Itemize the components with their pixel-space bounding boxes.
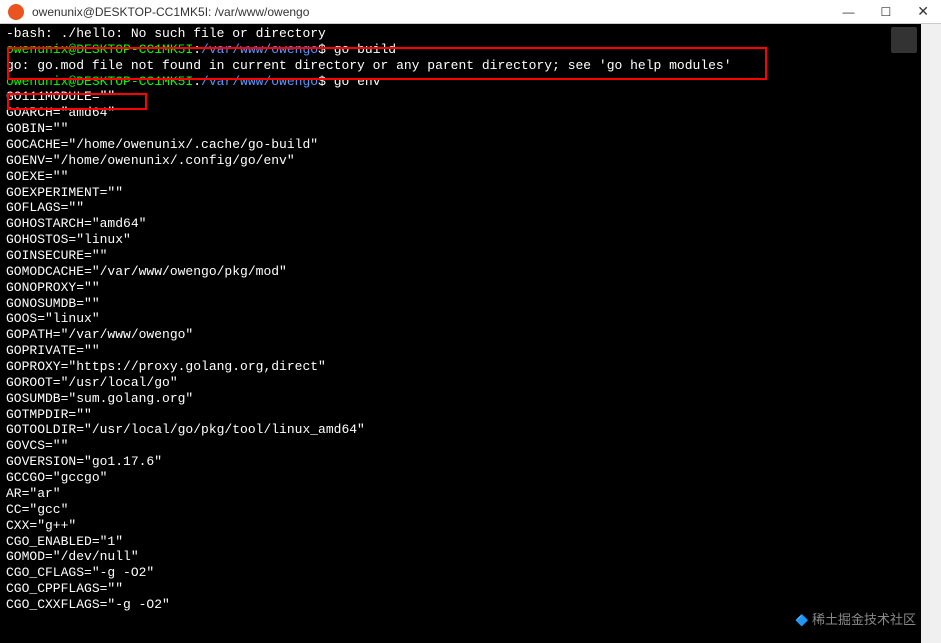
env-line: GOMOD="/dev/null" [6,549,935,565]
env-line: GOEXE="" [6,169,935,185]
env-line: CGO_ENABLED="1" [6,534,935,550]
close-button[interactable] [913,1,933,22]
command-go-build: go build [334,42,396,57]
env-line: GOROOT="/usr/local/go" [6,375,935,391]
env-line: GOVERSION="go1.17.6" [6,454,935,470]
env-line: GOENV="/home/owenunix/.config/go/env" [6,153,935,169]
prompt-user: owenunix@DESKTOP-CC1MK5I [6,42,193,57]
env-line: GOTOOLDIR="/usr/local/go/pkg/tool/linux_… [6,422,935,438]
env-line: GCCGO="gccgo" [6,470,935,486]
env-line: GOINSECURE="" [6,248,935,264]
go-build-error: go: go.mod file not found in current dir… [6,58,935,74]
prompt-colon: : [193,74,201,89]
env-line: GONOPROXY="" [6,280,935,296]
prompt-path: /var/www/owengo [201,42,318,57]
env-line: GOPROXY="https://proxy.golang.org,direct… [6,359,935,375]
env-line: CXX="g++" [6,518,935,534]
env-line: GOHOSTOS="linux" [6,232,935,248]
env-line: GOHOSTARCH="amd64" [6,216,935,232]
env-line: GO111MODULE="" [6,89,935,105]
env-line: GOFLAGS="" [6,200,935,216]
env-line: GOEXPERIMENT="" [6,185,935,201]
env-line: GONOSUMDB="" [6,296,935,312]
prompt-dollar: $ [318,74,326,89]
watermark-text: 稀土掘金技术社区 [795,609,916,628]
env-line: GOBIN="" [6,121,935,137]
env-line: GOPATH="/var/www/owengo" [6,327,935,343]
prompt-colon: : [193,42,201,57]
window-controls [839,1,934,22]
env-line: GOARCH="amd64" [6,105,935,121]
env-line: GOCACHE="/home/owenunix/.cache/go-build" [6,137,935,153]
env-line: GOTMPDIR="" [6,407,935,423]
env-line: GOMODCACHE="/var/www/owengo/pkg/mod" [6,264,935,280]
command-go-env: go env [334,74,381,89]
env-line: CGO_CFLAGS="-g -O2" [6,565,935,581]
bash-error-line: -bash: ./hello: No such file or director… [6,26,935,42]
ubuntu-icon [8,4,24,20]
prompt-line-1: owenunix@DESKTOP-CC1MK5I:/var/www/owengo… [6,42,935,58]
window-title: owenunix@DESKTOP-CC1MK5I: /var/www/oweng… [32,5,839,19]
prompt-path: /var/www/owengo [201,74,318,89]
go-env-output: GO111MODULE=""GOARCH="amd64"GOBIN=""GOCA… [6,89,935,612]
scrollbar-area[interactable] [921,24,941,643]
window-titlebar: owenunix@DESKTOP-CC1MK5I: /var/www/oweng… [0,0,941,24]
env-line: GOOS="linux" [6,311,935,327]
watermark-avatar [891,27,917,53]
minimize-button[interactable] [839,3,859,21]
env-line: GOPRIVATE="" [6,343,935,359]
terminal-area[interactable]: -bash: ./hello: No such file or director… [0,24,941,643]
env-line: CGO_CPPFLAGS="" [6,581,935,597]
env-line: GOSUMDB="sum.golang.org" [6,391,935,407]
prompt-user: owenunix@DESKTOP-CC1MK5I [6,74,193,89]
env-line: CC="gcc" [6,502,935,518]
env-line: GOVCS="" [6,438,935,454]
maximize-button[interactable] [877,3,896,21]
env-line: AR="ar" [6,486,935,502]
prompt-line-2: owenunix@DESKTOP-CC1MK5I:/var/www/owengo… [6,74,935,90]
prompt-dollar: $ [318,42,326,57]
